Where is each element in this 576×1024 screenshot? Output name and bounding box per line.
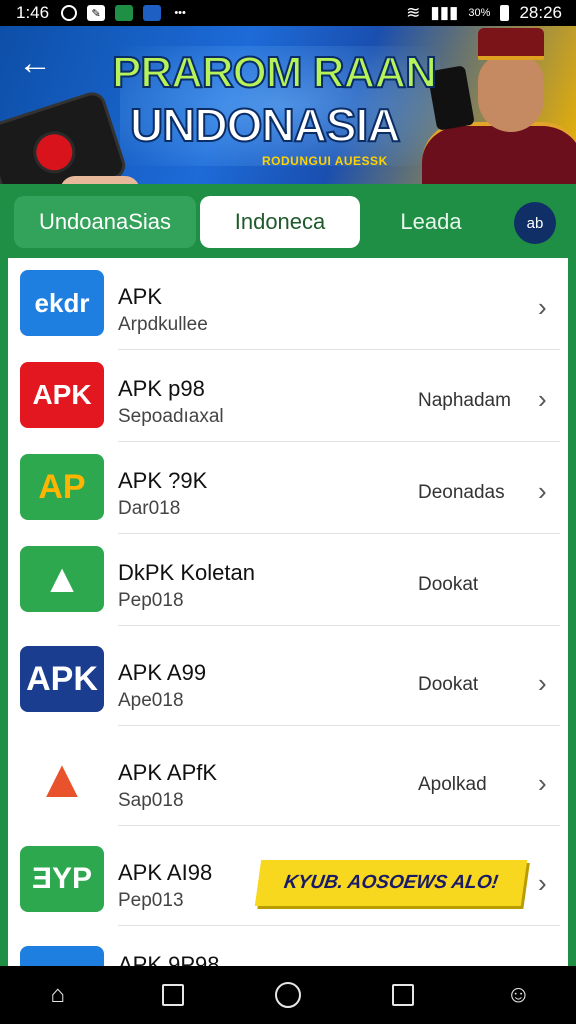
- app-action-label[interactable]: Dookat: [418, 674, 478, 696]
- chevron-right-icon: ›: [538, 384, 547, 414]
- overview-button[interactable]: [385, 977, 421, 1013]
- more-icon: •••: [174, 7, 186, 19]
- back-arrow-icon[interactable]: ←: [18, 46, 52, 80]
- tab-bar: UndoanaSias Indoneca Leada ab: [0, 184, 576, 260]
- chevron-right-icon: ›: [538, 292, 547, 322]
- app-title: DkPK Koletan: [118, 560, 255, 585]
- signal-icon: ▮▮▮: [430, 3, 459, 22]
- app-icon: ▲: [20, 746, 104, 812]
- list-item[interactable]: ekdr APK Arpdkullee ›: [8, 258, 568, 350]
- tab-2-selected[interactable]: Indoneca: [200, 196, 360, 248]
- app-icon: APK: [20, 362, 104, 428]
- list-item[interactable]: AP APK ?9K Dar018 Deonadas ›: [8, 442, 568, 534]
- banner-title-line2: UNDONASIA: [129, 98, 402, 152]
- promo-banner: ← PRAROM RAAN UNDONASIA RODUNGUI AUESSK: [0, 26, 576, 184]
- list-item[interactable]: APK APK A99 Ape018 Dookat ›: [8, 634, 568, 726]
- app-subtitle: Sap018: [118, 790, 184, 811]
- assistant-icon[interactable]: ☺: [500, 977, 536, 1013]
- app-title: APK: [118, 284, 163, 309]
- app-logo-icon: [27, 125, 81, 179]
- app-subtitle: Ape018: [118, 690, 184, 711]
- chevron-right-icon: ›: [538, 768, 547, 798]
- shield-icon: [143, 5, 162, 21]
- wifi-icon: ≋: [406, 3, 421, 22]
- app-icon: APK: [20, 646, 104, 712]
- square-icon: [161, 984, 184, 1006]
- app-icon: ▲: [20, 546, 104, 612]
- chevron-right-icon: ›: [538, 476, 547, 506]
- status-clock-right: 28:26: [519, 3, 562, 22]
- circle-icon: [274, 982, 301, 1008]
- app-title: APK 9P98: [118, 952, 220, 966]
- banner-subtitle: RODUNGUI AUESSK: [262, 154, 388, 168]
- app-action-label[interactable]: Naphadam: [418, 390, 511, 412]
- list-item[interactable]: ƎYP APK AI98 Pep013 KYUB. AOSOEWS ALO! ›: [8, 834, 568, 926]
- app-subtitle: Arpdkullee: [118, 314, 208, 335]
- promo-ribbon[interactable]: KYUB. AOSOEWS ALO!: [254, 860, 528, 906]
- chevron-right-icon: ›: [538, 668, 547, 698]
- phone-illustration: [0, 88, 129, 184]
- app-list: ekdr APK Arpdkullee › APK APK p98 Sepoad…: [8, 258, 568, 966]
- status-time: 1:46: [16, 3, 50, 22]
- list-item[interactable]: ▲ DkPK Koletan Pep018 Dookat: [8, 534, 568, 626]
- list-item[interactable]: ▲ APK APfK Sap018 Apolkad ›: [8, 734, 568, 826]
- banner-title-line1: PRAROM RAAN: [111, 47, 438, 98]
- system-nav-bar: ⌂ ☺: [0, 966, 576, 1024]
- app-action-label[interactable]: Apolkad: [418, 774, 487, 796]
- data-label: 30%: [468, 7, 491, 19]
- notification-icon: [61, 5, 78, 21]
- app-subtitle: Pep013: [118, 890, 184, 911]
- tab-1[interactable]: UndoanaSias: [14, 196, 196, 248]
- profile-avatar[interactable]: ab: [514, 202, 556, 244]
- gallery-icon: ✎: [87, 5, 106, 21]
- app-icon: ekdr: [20, 270, 104, 336]
- app-title: APK A99: [118, 660, 207, 685]
- app-title: APK AI98: [118, 860, 213, 885]
- home-button[interactable]: [270, 977, 306, 1013]
- app-action-label[interactable]: Deonadas: [418, 482, 505, 504]
- app-icon: [20, 946, 104, 966]
- recents-button[interactable]: [155, 977, 191, 1013]
- list-item[interactable]: APK APK p98 Sepoadıaxal Naphadam ›: [8, 350, 568, 442]
- app-icon: ƎYP: [20, 846, 104, 912]
- app-icon: AP: [20, 454, 104, 520]
- chat-icon: [115, 5, 134, 21]
- list-item[interactable]: APK 9P98: [8, 934, 568, 966]
- app-subtitle: Sepoadıaxal: [118, 406, 224, 427]
- app-subtitle: Dar018: [118, 498, 181, 519]
- tab-3[interactable]: Leada: [376, 196, 486, 248]
- square-icon: [392, 984, 415, 1006]
- app-title: APK APfK: [118, 760, 218, 785]
- app-title: APK ?9K: [118, 468, 208, 493]
- chevron-right-icon: ›: [538, 868, 547, 898]
- person-illustration: [412, 26, 576, 184]
- status-bar: 1:46 ✎ ••• ≋ ▮▮▮ 30% 28:26: [0, 0, 576, 26]
- app-action-label[interactable]: Dookat: [418, 574, 478, 596]
- battery-icon: [500, 5, 510, 21]
- app-title: APK p98: [118, 376, 205, 401]
- home-icon[interactable]: ⌂: [40, 977, 76, 1013]
- app-subtitle: Pep018: [118, 590, 184, 611]
